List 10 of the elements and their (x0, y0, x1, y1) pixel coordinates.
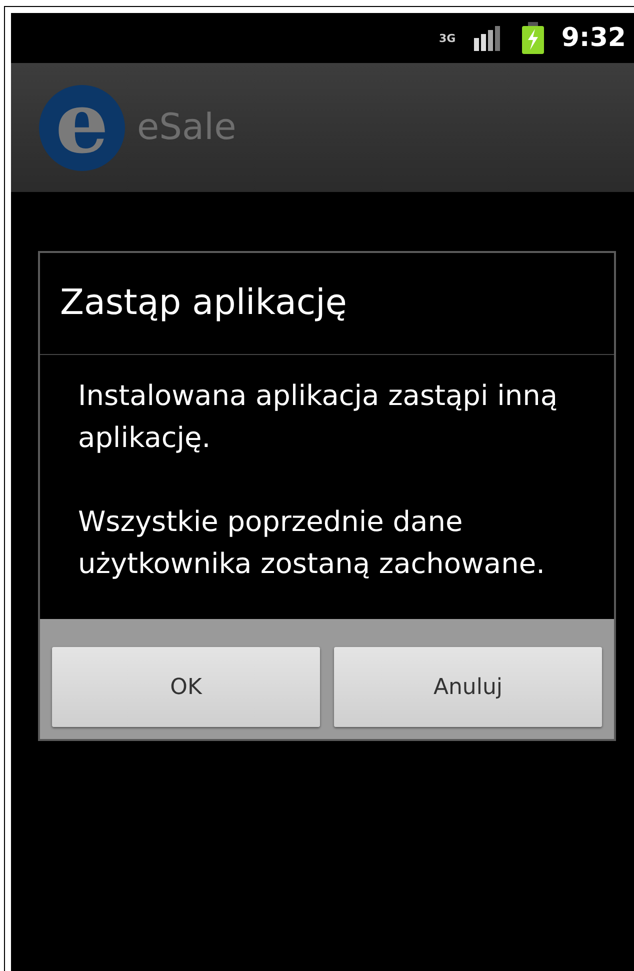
battery-charging-icon (521, 22, 546, 54)
ok-button[interactable]: OK (52, 647, 320, 727)
app-logo: e (39, 84, 125, 170)
cancel-button[interactable]: Anuluj (334, 647, 602, 727)
dialog-title: Zastąp aplikację (40, 253, 614, 355)
network-icon: 3G (437, 32, 458, 44)
dialog-message: Instalowana aplikacja zastąpi inną aplikację. (78, 378, 559, 456)
dialog-message: Wszystkie poprzednie dane użytkownika zostaną zachowane. (78, 504, 546, 582)
clock-time: 9:32 (561, 22, 626, 54)
app-title: eSale (137, 106, 236, 150)
